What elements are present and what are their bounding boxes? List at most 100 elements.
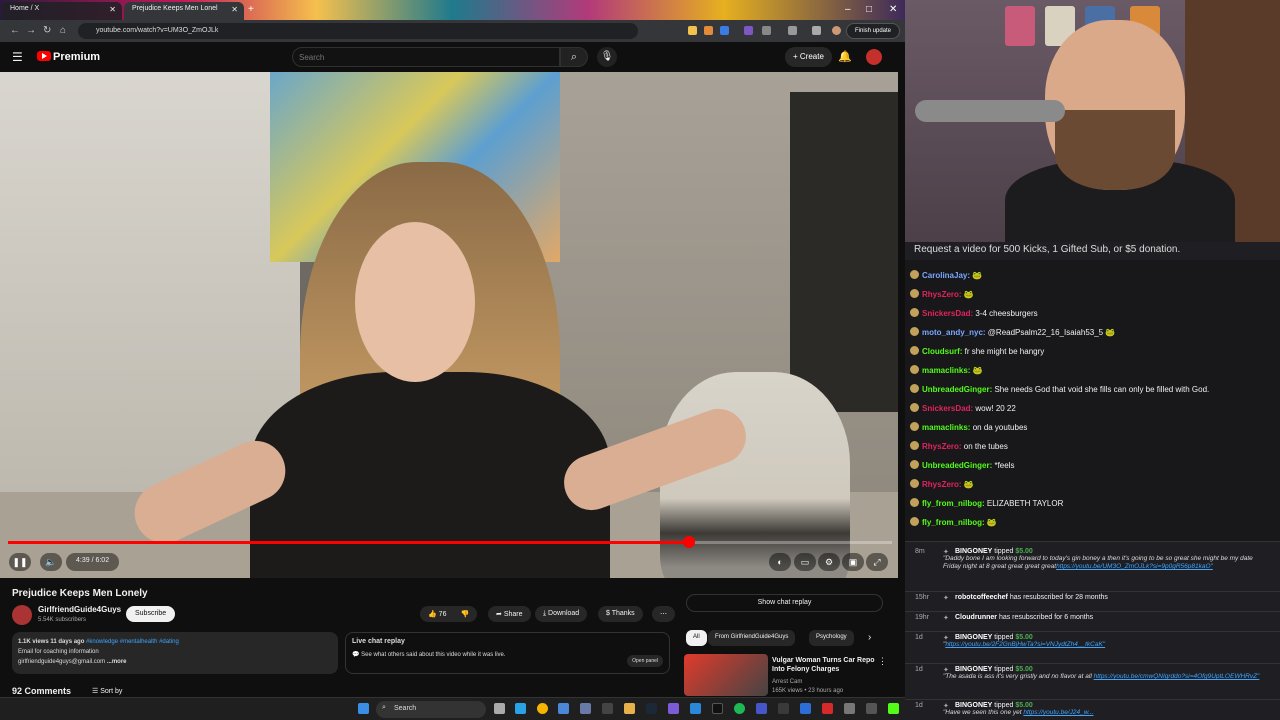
video-description[interactable]: 1.1K views 11 days ago #knowledge #menta…: [12, 632, 338, 674]
search-input[interactable]: [292, 47, 560, 67]
more-vert-icon[interactable]: ⋮: [878, 656, 887, 667]
app-icon[interactable]: [690, 703, 701, 714]
subscribe-button[interactable]: Subscribe: [126, 606, 176, 622]
settings-gear-icon[interactable]: ⚙: [818, 553, 840, 571]
dislike-icon[interactable]: 👎: [460, 611, 469, 618]
chat-username[interactable]: mamaclinks:: [922, 366, 970, 375]
fullscreen-icon[interactable]: ⤢: [866, 553, 888, 571]
extension-icon[interactable]: [704, 26, 713, 35]
account-avatar[interactable]: [866, 49, 882, 65]
chat-username[interactable]: UnbreadedGinger:: [922, 385, 992, 394]
app-icon[interactable]: [668, 703, 679, 714]
like-button[interactable]: 👍 76 👎: [420, 606, 478, 622]
pause-icon[interactable]: ❚❚: [9, 553, 31, 571]
downloads-icon[interactable]: [812, 26, 821, 35]
event-user[interactable]: BINGONEY: [943, 666, 992, 673]
chat-username[interactable]: fly_from_nilbog:: [922, 499, 985, 508]
finish-update-button[interactable]: Finish update: [846, 23, 901, 39]
youtube-brand[interactable]: Premium: [53, 51, 100, 63]
progress-scrubber-handle[interactable]: [682, 536, 695, 548]
miniplayer-icon[interactable]: ▣: [842, 553, 864, 571]
show-chat-replay-button[interactable]: Show chat replay: [686, 594, 883, 612]
event-link[interactable]: https://youtu.be/2F2GnBjHwTa?si=VNJydtZh…: [945, 641, 1105, 648]
extension-icon[interactable]: [744, 26, 753, 35]
chip-psychology[interactable]: Psychology: [809, 630, 854, 646]
taskbar-search[interactable]: ⌕ Search: [376, 701, 486, 718]
event-user[interactable]: Cloudrunner: [943, 614, 997, 621]
youtube-logo-icon[interactable]: [37, 51, 51, 61]
search-icon[interactable]: ⌕: [560, 47, 588, 67]
event-link[interactable]: https://youtu.be/UM3O_ZmOJLk?si=9p0gR56p…: [1056, 563, 1213, 570]
chip-all[interactable]: All: [686, 630, 707, 646]
event-link[interactable]: https://youtu.be/J24_w...: [1023, 709, 1093, 716]
extension-icon[interactable]: [688, 26, 697, 35]
forward-icon[interactable]: →: [26, 25, 36, 36]
recommended-channel[interactable]: Arrest Cam: [772, 679, 802, 685]
video-progress-bar[interactable]: [8, 536, 892, 548]
hamburger-menu-icon[interactable]: ☰: [12, 50, 23, 64]
channel-avatar[interactable]: [12, 605, 32, 625]
recommended-title[interactable]: Vulgar Woman Turns Car Repo Into Felony …: [772, 656, 876, 674]
app-icon[interactable]: [558, 703, 569, 714]
thanks-button[interactable]: $ Thanks: [598, 606, 643, 622]
kick-icon[interactable]: [888, 703, 899, 714]
chevron-right-icon[interactable]: ›: [868, 632, 871, 643]
extension-icon[interactable]: [720, 26, 729, 35]
tab-youtube-video[interactable]: Prejudice Keeps Men Lonel ✕: [124, 2, 244, 20]
chat-username[interactable]: RhysZero:: [922, 442, 962, 451]
file-explorer-icon[interactable]: [624, 703, 635, 714]
share-button[interactable]: ➦ Share: [488, 606, 531, 622]
reload-icon[interactable]: ↻: [43, 25, 51, 36]
tab-x-home[interactable]: Home / X ✕: [2, 2, 122, 20]
close-tab-icon[interactable]: ✕: [231, 5, 238, 14]
chat-username[interactable]: mamaclinks:: [922, 423, 970, 432]
home-icon[interactable]: ⌂: [60, 25, 66, 36]
event-user[interactable]: BINGONEY: [943, 634, 992, 641]
event-user[interactable]: BINGONEY: [943, 548, 992, 555]
minimize-icon[interactable]: –: [845, 4, 851, 15]
channel-name[interactable]: GirlfriendGuide4Guys: [38, 605, 121, 614]
extensions-puzzle-icon[interactable]: [762, 26, 771, 35]
chat-username[interactable]: moto_andy_nyc:: [922, 328, 986, 337]
chrome-icon[interactable]: [537, 703, 548, 714]
hashtags[interactable]: #knowledge #mentalhealth #dating: [86, 639, 179, 645]
app-icon[interactable]: [602, 703, 613, 714]
description-more-link[interactable]: ...more: [107, 659, 127, 665]
more-actions-button[interactable]: ⋯: [652, 606, 675, 622]
close-tab-icon[interactable]: ✕: [109, 5, 116, 14]
video-player[interactable]: [0, 72, 898, 578]
create-button[interactable]: + Create: [785, 47, 832, 67]
chip-from-channel[interactable]: From GirlfriendGuide4Guys: [708, 630, 796, 646]
spotify-icon[interactable]: [734, 703, 745, 714]
app-icon[interactable]: [712, 703, 723, 714]
open-panel-button[interactable]: Open panel: [627, 655, 663, 667]
volume-icon[interactable]: 🔈: [40, 553, 62, 571]
back-icon[interactable]: ←: [10, 25, 20, 36]
notifications-bell-icon[interactable]: 🔔: [838, 50, 852, 63]
event-user[interactable]: BINGONEY: [943, 702, 992, 709]
close-window-icon[interactable]: ✕: [889, 4, 897, 15]
edge-icon[interactable]: [515, 703, 526, 714]
chat-username[interactable]: SnickersDad:: [922, 309, 973, 318]
app-icon[interactable]: [778, 703, 789, 714]
app-icon[interactable]: [822, 703, 833, 714]
task-view-icon[interactable]: [494, 703, 505, 714]
app-icon[interactable]: [866, 703, 877, 714]
maximize-icon[interactable]: □: [866, 4, 872, 15]
chat-username[interactable]: UnbreadedGinger:: [922, 461, 992, 470]
chat-username[interactable]: Cloudsurf:: [922, 347, 962, 356]
chat-username[interactable]: SnickersDad:: [922, 404, 973, 413]
start-windows-icon[interactable]: [358, 703, 369, 714]
download-button[interactable]: ⤓ Download: [535, 606, 588, 622]
url-field[interactable]: youtube.com/watch?v=UM3O_ZmOJLk: [78, 23, 638, 39]
chat-username[interactable]: RhysZero:: [922, 480, 962, 489]
app-icon[interactable]: [580, 703, 591, 714]
chat-username[interactable]: RhysZero:: [922, 290, 962, 299]
recommended-thumbnail[interactable]: [684, 654, 768, 696]
sort-by-button[interactable]: ☰ Sort by: [92, 687, 122, 695]
sidebar-icon[interactable]: [788, 26, 797, 35]
autoplay-toggle[interactable]: ◐: [769, 553, 791, 571]
app-icon[interactable]: [844, 703, 855, 714]
chat-username[interactable]: fly_from_nilbog:: [922, 518, 985, 527]
new-tab-icon[interactable]: +: [248, 4, 254, 15]
